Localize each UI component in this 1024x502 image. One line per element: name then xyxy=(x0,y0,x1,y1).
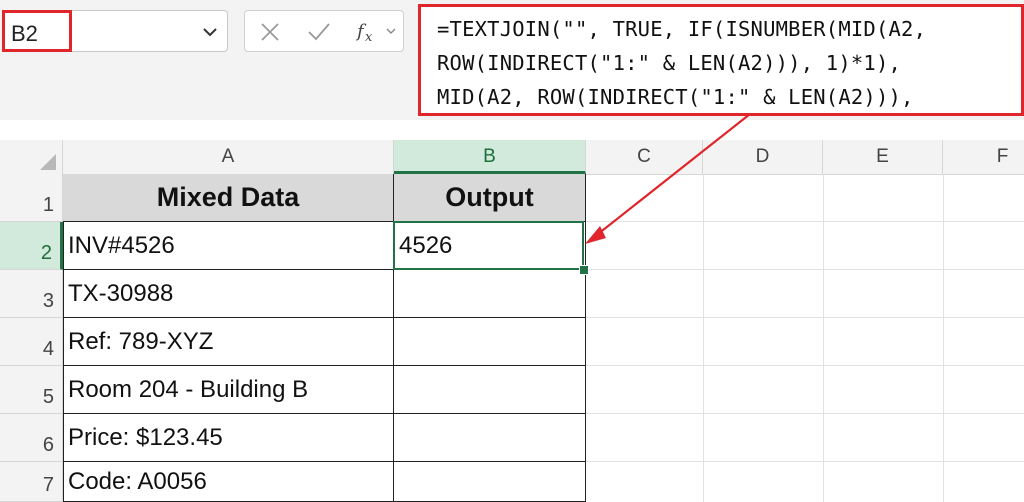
row-header-7[interactable]: 7 xyxy=(0,462,63,502)
cell-a5[interactable]: Room 204 - Building B xyxy=(63,366,394,414)
fill-handle[interactable] xyxy=(579,265,589,275)
column-header-d[interactable]: D xyxy=(703,140,823,174)
cell-b3[interactable] xyxy=(394,270,586,318)
column-header-e[interactable]: E xyxy=(823,140,943,174)
formula-buttons: f x xyxy=(244,10,404,52)
formula-line: MID(A2, ROW(INDIRECT("1:" & LEN(A2))), xyxy=(437,85,914,109)
gridline xyxy=(586,317,1024,318)
select-all-button[interactable] xyxy=(0,140,63,174)
cell-b5[interactable] xyxy=(394,366,586,414)
gridline xyxy=(586,413,1024,414)
formula-line: ROW(INDIRECT("1:" & LEN(A2))), 1)*1), xyxy=(437,51,902,75)
cell-a6[interactable]: Price: $123.45 xyxy=(63,414,394,462)
column-header-row: A B C D E F xyxy=(0,140,1024,175)
formula-line: =TEXTJOIN("", TRUE, IF(ISNUMBER(MID(A2, xyxy=(437,17,927,41)
cell-a2[interactable]: INV#4526 xyxy=(63,222,394,270)
gridline xyxy=(586,269,1024,270)
gridline xyxy=(823,174,824,502)
cell-b1[interactable]: Output xyxy=(394,174,586,222)
gridline xyxy=(703,174,704,502)
cell-b4[interactable] xyxy=(394,318,586,366)
cell-b6[interactable] xyxy=(394,414,586,462)
select-all-icon xyxy=(40,154,56,170)
check-icon[interactable] xyxy=(307,21,331,43)
row-header-1[interactable]: 1 xyxy=(0,174,63,222)
chevron-down-icon[interactable] xyxy=(385,27,397,37)
column-header-f[interactable]: F xyxy=(943,140,1024,174)
fx-icon[interactable]: f x xyxy=(355,19,383,45)
cell-a3[interactable]: TX-30988 xyxy=(63,270,394,318)
cell-b2[interactable]: 4526 xyxy=(394,222,586,270)
column-header-b[interactable]: B xyxy=(394,140,586,174)
column-header-a[interactable]: A xyxy=(63,140,394,174)
name-box[interactable]: B2 xyxy=(2,10,228,52)
row-header-6[interactable]: 6 xyxy=(0,414,63,462)
x-icon[interactable] xyxy=(259,21,281,43)
cell-a1[interactable]: Mixed Data xyxy=(63,174,394,222)
formula-input[interactable]: =TEXTJOIN("", TRUE, IF(ISNUMBER(MID(A2, … xyxy=(418,4,1024,116)
gridline xyxy=(586,221,1024,222)
gridline xyxy=(943,174,944,502)
row-header-3[interactable]: 3 xyxy=(0,270,63,318)
chevron-down-icon[interactable] xyxy=(201,23,219,41)
gridline xyxy=(586,365,1024,366)
cell-a4[interactable]: Ref: 789-XYZ xyxy=(63,318,394,366)
formula-bar-area: B2 f x =TEXTJOIN("", TRUE, IF(ISNUMBER(M… xyxy=(0,0,1024,120)
cell-b7[interactable] xyxy=(394,462,586,502)
svg-text:x: x xyxy=(365,30,373,45)
name-box-value: B2 xyxy=(11,21,38,46)
row-header-5[interactable]: 5 xyxy=(0,366,63,414)
row-header-2[interactable]: 2 xyxy=(0,222,63,270)
cell-a7[interactable]: Code: A0056 xyxy=(63,462,394,502)
row-header-4[interactable]: 4 xyxy=(0,318,63,366)
gridline xyxy=(586,461,1024,462)
column-header-c[interactable]: C xyxy=(586,140,703,174)
